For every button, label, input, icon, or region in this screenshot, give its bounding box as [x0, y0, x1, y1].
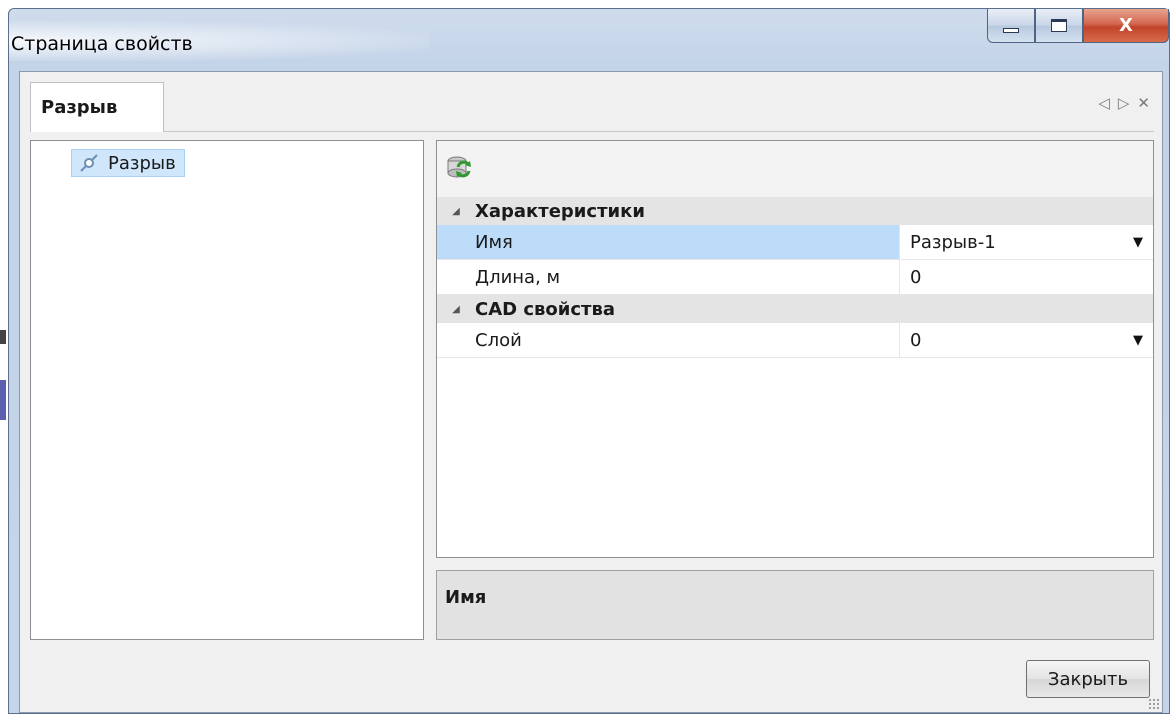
- properties-window: Страница свойств X Разрыв ◁ ▷ ✕ Разрыв ◢…: [8, 8, 1170, 714]
- category-cad-properties[interactable]: ◢ CAD свойства: [437, 295, 1153, 323]
- category-label: Характеристики: [475, 200, 645, 222]
- maximize-button[interactable]: [1035, 9, 1083, 43]
- property-row-name[interactable]: Имя Разрыв-1 ▼: [437, 225, 1153, 260]
- property-value: 0: [910, 329, 922, 351]
- tab-tools: ◁ ▷ ✕: [1098, 94, 1150, 112]
- background-edge: [0, 0, 8, 714]
- property-row-layer[interactable]: Слой 0 ▼: [437, 323, 1153, 358]
- scroll-right-icon[interactable]: ▷: [1118, 94, 1130, 112]
- property-name: Слой: [475, 329, 522, 351]
- property-value-dropdown[interactable]: 0 ▼: [899, 323, 1153, 357]
- property-name: Имя: [437, 225, 899, 259]
- property-grid: ◢ Характеристики Имя Разрыв-1 ▼ Длина, м…: [436, 140, 1154, 558]
- minimize-button[interactable]: [987, 9, 1035, 43]
- window-title: Страница свойств: [11, 33, 193, 55]
- close-icon: X: [1119, 15, 1133, 36]
- dropdown-arrow-icon[interactable]: ▼: [1133, 235, 1143, 250]
- property-toolbar: [437, 141, 1153, 197]
- dropdown-arrow-icon[interactable]: ▼: [1133, 333, 1143, 348]
- property-value-dropdown[interactable]: Разрыв-1 ▼: [899, 225, 1153, 259]
- tree-item-razryv[interactable]: Разрыв: [71, 149, 185, 177]
- tab-strip: Разрыв ◁ ▷ ✕: [30, 82, 1154, 132]
- property-value-field[interactable]: 0: [899, 260, 1153, 294]
- title-bar[interactable]: Страница свойств X: [9, 9, 1169, 71]
- collapse-icon[interactable]: ◢: [437, 206, 475, 217]
- close-button[interactable]: Закрыть: [1026, 660, 1150, 698]
- client-area: Разрыв ◁ ▷ ✕ Разрыв ◢ Характеристики Имя…: [19, 71, 1163, 713]
- close-tab-icon[interactable]: ✕: [1137, 94, 1150, 112]
- caption-buttons: X: [987, 9, 1169, 45]
- property-rows: ◢ Характеристики Имя Разрыв-1 ▼ Длина, м…: [437, 197, 1153, 358]
- category-characteristics[interactable]: ◢ Характеристики: [437, 197, 1153, 225]
- background-mark: [0, 380, 6, 420]
- category-label: CAD свойства: [475, 298, 616, 320]
- tree-item-label: Разрыв: [108, 152, 176, 174]
- break-icon: [80, 154, 98, 172]
- close-window-button[interactable]: X: [1083, 9, 1169, 43]
- resize-grip-icon[interactable]: [1148, 698, 1160, 710]
- refresh-icon[interactable]: [445, 153, 473, 181]
- object-tree[interactable]: Разрыв: [30, 140, 424, 640]
- tab-razryv[interactable]: Разрыв: [30, 82, 164, 132]
- maximize-icon: [1051, 19, 1067, 32]
- background-mark: [0, 330, 6, 344]
- property-name: Длина, м: [475, 266, 561, 288]
- minimize-icon: [1003, 28, 1019, 33]
- property-value: 0: [910, 266, 922, 288]
- description-pane: Имя: [436, 570, 1154, 640]
- collapse-icon[interactable]: ◢: [437, 304, 475, 315]
- property-value: Разрыв-1: [910, 231, 996, 253]
- scroll-left-icon[interactable]: ◁: [1098, 94, 1110, 112]
- property-row-length[interactable]: Длина, м 0: [437, 260, 1153, 295]
- description-title: Имя: [445, 587, 487, 608]
